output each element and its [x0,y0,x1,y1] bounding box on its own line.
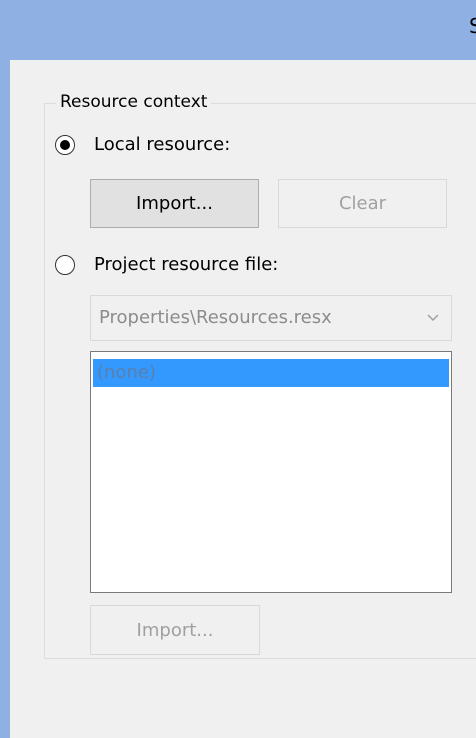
local-resource-radio[interactable] [55,135,75,155]
title-bar[interactable]: S [0,0,476,60]
radio-selected-dot [60,140,70,150]
project-resource-radio[interactable] [55,255,75,275]
local-resource-label[interactable]: Local resource: [94,133,230,157]
resource-file-value: Properties\Resources.resx [99,307,332,328]
resource-file-dropdown[interactable]: Properties\Resources.resx [90,295,452,341]
list-item[interactable]: (none) [93,359,449,387]
chevron-down-icon [427,314,439,322]
local-import-button[interactable]: Import... [90,179,259,228]
window-frame-left [0,60,10,738]
window-title: S [469,14,476,38]
resource-listbox[interactable]: (none) [90,351,452,593]
project-import-button[interactable]: Import... [90,605,260,655]
resource-context-label: Resource context [56,90,212,114]
project-resource-label[interactable]: Project resource file: [94,253,278,277]
clear-button[interactable]: Clear [278,179,447,228]
